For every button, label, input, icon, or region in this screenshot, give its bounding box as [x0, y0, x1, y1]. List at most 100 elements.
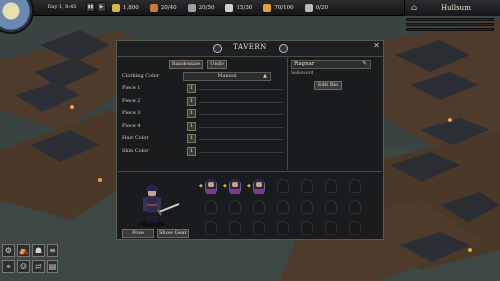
swap-icon[interactable]: ⇄: [32, 260, 45, 273]
recruit-shirt: [206, 189, 216, 194]
empty-recruit-slot[interactable]: [225, 218, 245, 238]
silhouette-icon: [229, 200, 241, 214]
appearance-row-value[interactable]: 1: [187, 121, 196, 131]
silhouette-icon: [325, 200, 337, 214]
empty-recruit-slot[interactable]: [321, 176, 341, 196]
bio-text-area: [291, 93, 381, 167]
silhouette-icon: [253, 200, 265, 214]
undo-button[interactable]: Undo: [207, 60, 227, 69]
appearance-row-value[interactable]: 1: [187, 146, 196, 156]
close-button[interactable]: ✕: [372, 42, 381, 51]
town-meters: [406, 18, 496, 34]
appearance-row-label: Hair Color: [122, 135, 149, 141]
recruit-marker-icon: ◆: [223, 183, 227, 189]
edit-bio-button[interactable]: Edit Bio: [314, 81, 342, 90]
recruit-slot[interactable]: ◆: [247, 176, 269, 196]
appearance-row-value[interactable]: 1: [187, 134, 196, 143]
rename-icon[interactable]: ✎: [360, 60, 369, 69]
recruit-marker-icon: ◆: [199, 183, 203, 189]
time-controls: ▮▮ ▶: [86, 2, 106, 12]
pause-button[interactable]: ▮▮: [86, 2, 95, 12]
action-buttons: ⚙ ⛺ ☗ ≡ ⌖ ☺ ⇄ ▤: [0, 240, 60, 281]
empty-recruit-slot[interactable]: [321, 197, 341, 217]
empty-recruit-slot[interactable]: [225, 197, 245, 217]
empty-recruit-slot[interactable]: [321, 218, 341, 238]
empty-recruit-slot[interactable]: [201, 197, 221, 217]
town-icon: ⌂: [411, 3, 418, 12]
silhouette-icon: [349, 179, 361, 193]
silhouette-icon: [277, 179, 289, 193]
town-panel[interactable]: ⌂ Hullsum: [404, 0, 500, 16]
appearance-slider-track[interactable]: [199, 151, 283, 153]
empty-recruit-slot[interactable]: [297, 176, 317, 196]
character-class: Sellsword: [291, 71, 314, 76]
crew-icon[interactable]: ☗: [32, 244, 45, 257]
recruit-slot[interactable]: ◆: [199, 176, 221, 196]
resource-value: 0/20: [315, 5, 329, 11]
appearance-row-label: Piece 1: [122, 85, 141, 91]
appearance-slider-track[interactable]: [199, 114, 283, 115]
camp-icon[interactable]: ⛺: [17, 244, 30, 257]
people-icon[interactable]: ☺: [17, 260, 30, 273]
chevron-up-icon: ▲: [263, 73, 267, 79]
resource-item: 1,800: [112, 1, 139, 15]
appearance-row-value[interactable]: 1: [187, 96, 196, 106]
appearance-row-label: Piece 3: [122, 110, 141, 116]
town-meter: [406, 28, 494, 31]
recruit-slot[interactable]: ◆: [223, 176, 245, 196]
resource-item: 20/40: [149, 1, 177, 15]
book-icon[interactable]: ▤: [47, 260, 58, 273]
silhouette-icon: [301, 179, 313, 193]
clothing-color-label: Clothing Color: [122, 73, 160, 79]
empty-recruit-slot[interactable]: [273, 197, 293, 217]
recruit-face: [232, 182, 238, 187]
food-icon: [149, 4, 158, 12]
silhouette-icon: [349, 200, 361, 214]
character-name-field[interactable]: Ragnar: [291, 60, 371, 69]
panel-divider: [287, 58, 288, 170]
empty-recruit-slot[interactable]: [249, 197, 269, 217]
empty-recruit-slot[interactable]: [249, 218, 269, 238]
empty-recruit-slot[interactable]: [273, 218, 293, 238]
appearance-row-value[interactable]: 1: [187, 109, 196, 118]
silhouette-icon: [325, 179, 337, 193]
empty-recruit-slot[interactable]: [201, 218, 221, 238]
silhouette-icon: [349, 221, 361, 235]
torch-icon: [263, 4, 272, 12]
tavern-header: TAVERN ✕: [117, 41, 383, 57]
silhouette-icon: [301, 221, 313, 235]
map-icon[interactable]: ⌖: [2, 260, 15, 273]
menu-icon[interactable]: ≡: [47, 244, 58, 257]
empty-recruit-slot[interactable]: [345, 218, 365, 238]
recruit-grid: ◆ ◆ ◆: [197, 176, 381, 238]
coins-icon: [112, 4, 120, 12]
appearance-slider-track[interactable]: [199, 89, 283, 90]
silhouette-icon: [205, 221, 217, 235]
silhouette-icon: [205, 200, 217, 214]
empty-recruit-slot[interactable]: [345, 176, 365, 196]
resource-value: 20/40: [160, 5, 177, 11]
appearance-row-value[interactable]: 1: [187, 84, 196, 93]
silhouette-icon: [277, 200, 289, 214]
supplies-icon: [187, 4, 196, 12]
clothing-color-select[interactable]: Manual ▲: [183, 72, 271, 81]
randomize-button[interactable]: Randomize: [169, 60, 203, 69]
resource-value: 1,800: [123, 5, 139, 11]
speed-button[interactable]: ▶: [97, 2, 106, 12]
resource-item: 0/20: [304, 1, 329, 15]
pose-button[interactable]: Pose: [122, 229, 154, 238]
silhouette-icon: [277, 221, 289, 235]
recruit-marker-icon: ◆: [247, 183, 251, 189]
show-gear-button[interactable]: Show Gear: [157, 229, 189, 238]
appearance-slider-track[interactable]: [199, 139, 283, 140]
appearance-slider-track[interactable]: [199, 126, 283, 128]
empty-recruit-slot[interactable]: [297, 197, 317, 217]
appearance-row-label: Piece 4: [122, 122, 141, 129]
gear-icon[interactable]: ⚙: [2, 244, 15, 257]
clothing-color-value: Manual: [217, 73, 237, 79]
empty-recruit-slot[interactable]: [297, 218, 317, 238]
empty-recruit-slot[interactable]: [273, 176, 293, 196]
empty-recruit-slot[interactable]: [345, 197, 365, 217]
silhouette-icon: [301, 200, 313, 214]
appearance-slider-track[interactable]: [199, 101, 283, 103]
